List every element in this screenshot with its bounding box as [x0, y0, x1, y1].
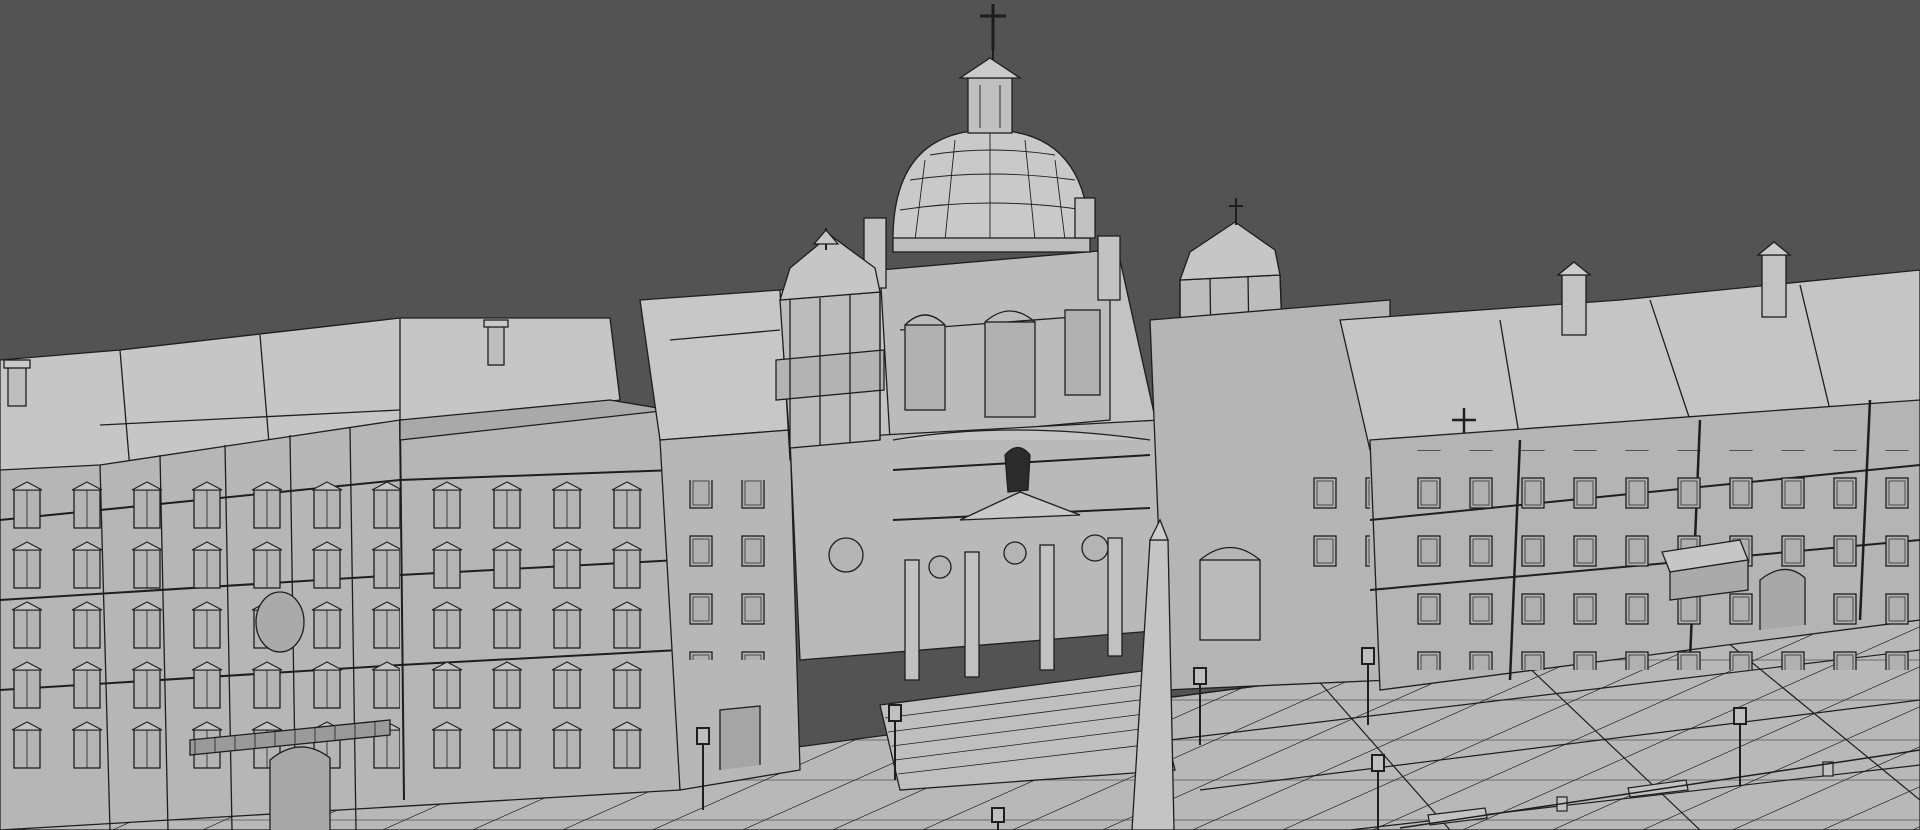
church — [775, 4, 1391, 791]
wireframe-scene — [0, 4, 1920, 830]
cross-icon — [980, 4, 1006, 50]
left-palace — [0, 317, 681, 830]
dome — [892, 129, 1091, 241]
3d-viewport[interactable] — [0, 0, 1920, 830]
right-palace — [1339, 241, 1920, 691]
